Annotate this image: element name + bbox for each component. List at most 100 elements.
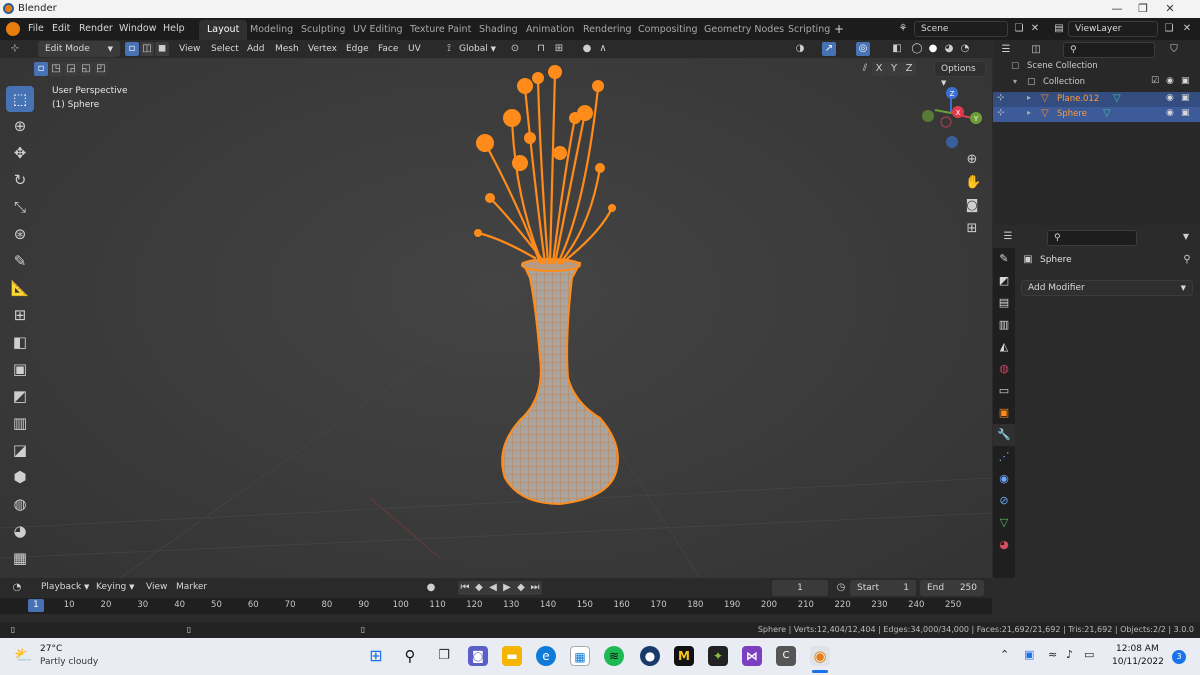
eye-icon[interactable]: ◉ [1166, 108, 1174, 118]
search-icon[interactable]: ⚲ [400, 646, 420, 666]
tab-uv-editing[interactable]: UV Editing [345, 20, 411, 40]
chat-icon[interactable]: ◙ [468, 646, 488, 666]
timeline-body[interactable] [0, 614, 992, 622]
menu-timeline-view[interactable]: View [141, 579, 172, 595]
visibility-icon[interactable]: ◑ [793, 42, 807, 56]
jump-start-icon[interactable]: ⏮ [458, 581, 472, 595]
tray-app-icon[interactable]: ▣ [1024, 648, 1034, 661]
gizmo-z-label[interactable]: Z [950, 90, 955, 98]
start-windows-icon[interactable]: ⊞ [366, 646, 386, 666]
camera-icon[interactable]: ▣ [1181, 76, 1190, 86]
spin-tool-icon[interactable]: ◍ [6, 491, 34, 517]
spotify-icon[interactable]: ≋ [604, 646, 624, 666]
prev-keyframe-icon[interactable]: ◆ [472, 581, 486, 595]
snap-icon[interactable]: ⊓ [534, 42, 548, 56]
mirror-y-toggle[interactable]: Y [887, 62, 901, 76]
outliner-editor-icon[interactable]: ☰ [999, 43, 1013, 57]
current-frame-field[interactable]: 1 [772, 580, 828, 596]
next-keyframe-icon[interactable]: ◆ [514, 581, 528, 595]
scale-tool-icon[interactable]: ⤡ [6, 194, 34, 220]
outliner-item-sphere[interactable]: ⊹ ▸ ▽ Sphere ▽ ◉ ▣ [993, 107, 1200, 122]
delete-scene-icon[interactable]: ✕ [1028, 22, 1042, 36]
outliner-search-input[interactable]: ⚲ [1063, 42, 1155, 58]
pin-icon[interactable]: ⚲ [1180, 253, 1194, 267]
tab-layout[interactable]: Layout [199, 20, 248, 40]
output-tab-icon[interactable]: ▤ [993, 292, 1015, 314]
view-layer-tab-icon[interactable]: ▥ [993, 314, 1015, 336]
play-reverse-icon[interactable]: ◀ [486, 581, 500, 595]
add-workspace-icon[interactable]: + [828, 18, 850, 40]
record-icon[interactable]: ● [424, 581, 438, 595]
edge-select-icon[interactable]: ◫ [140, 42, 154, 56]
proportional-edit-icon[interactable]: ● [580, 42, 594, 56]
transform-tool-icon[interactable]: ⊛ [6, 221, 34, 247]
tab-geometry-nodes[interactable]: Geometry Nodes [696, 20, 792, 40]
weather-temperature[interactable]: 27°C [40, 644, 62, 654]
file-explorer-icon[interactable]: ▬ [502, 646, 522, 666]
camera-icon[interactable]: ▣ [1181, 93, 1190, 103]
delete-view-layer-icon[interactable]: ✕ [1180, 22, 1194, 36]
chevron-up-icon[interactable]: ⌃ [1000, 648, 1009, 661]
maximize-icon[interactable]: ❐ [1136, 2, 1150, 16]
annotate-tool-icon[interactable]: ✎ [6, 248, 34, 274]
extrude-tool-icon[interactable]: ◧ [6, 329, 34, 355]
expand-icon[interactable]: ▸ [1027, 93, 1031, 102]
weather-description[interactable]: Partly cloudy [40, 657, 98, 667]
data-tab-icon[interactable]: ▽ [993, 512, 1015, 534]
menu-select[interactable]: Select [206, 41, 244, 57]
snap-target-icon[interactable]: ⊞ [552, 42, 566, 56]
menu-uv[interactable]: UV [403, 41, 426, 57]
properties-search-input[interactable]: ⚲ [1047, 230, 1137, 246]
cursor-tool-icon[interactable]: ⊕ [6, 113, 34, 139]
display-mode-icon[interactable]: ◫ [1029, 43, 1043, 57]
rotate-tool-icon[interactable]: ↻ [6, 167, 34, 193]
3d-viewport[interactable]: Z X Y ▫ ◳ ◲ ◱ ◰ User Perspective (1) Sph… [0, 58, 992, 578]
eye-icon[interactable]: ◉ [1166, 93, 1174, 103]
select-new-icon[interactable]: ▫ [34, 62, 48, 76]
clock-date[interactable]: 10/11/2022 [1112, 657, 1164, 667]
battery-icon[interactable]: ▭ [1084, 648, 1094, 661]
knife-tool-icon[interactable]: ◪ [6, 437, 34, 463]
tab-animation[interactable]: Animation [518, 20, 582, 40]
scene-tab-icon[interactable]: ◭ [993, 336, 1015, 358]
menu-add[interactable]: Add [242, 41, 269, 57]
select-extend-icon[interactable]: ◳ [49, 62, 63, 76]
notification-badge[interactable]: 3 [1172, 650, 1186, 664]
close-icon[interactable]: ✕ [1163, 2, 1177, 16]
eye-icon[interactable]: ◉ [1166, 76, 1174, 86]
menu-mesh[interactable]: Mesh [270, 41, 304, 57]
measure-tool-icon[interactable]: 📐 [6, 275, 34, 301]
collection-tab-icon[interactable]: ▭ [993, 380, 1015, 402]
xray-toggle-icon[interactable]: ◧ [890, 42, 904, 56]
app-icon-green[interactable]: ✦ [708, 646, 728, 666]
add-modifier-button[interactable]: Add Modifier ▼ [1021, 280, 1193, 296]
new-scene-icon[interactable]: ❏ [1012, 22, 1026, 36]
orientation-dropdown[interactable]: Global ▼ [454, 41, 501, 57]
tab-texture-paint[interactable]: Texture Paint [402, 20, 479, 40]
mode-selector[interactable]: Edit Mode ▼ [38, 41, 120, 57]
camera-view-icon[interactable]: ◙ [965, 199, 979, 213]
physics-tab-icon[interactable]: ◉ [993, 468, 1015, 490]
world-tab-icon[interactable]: ◍ [993, 358, 1015, 380]
menu-marker[interactable]: Marker [171, 579, 212, 595]
select-subtract-icon[interactable]: ◲ [64, 62, 78, 76]
edit-mode-icon[interactable]: ⊹ [997, 93, 1005, 103]
blender-menu-icon[interactable] [6, 22, 20, 36]
mirror-z-toggle[interactable]: Z [902, 62, 916, 76]
object-tab-icon[interactable]: ▣ [993, 402, 1015, 424]
tool-tab-icon[interactable]: ✎ [993, 248, 1015, 270]
menu-render[interactable]: Render [73, 18, 119, 40]
m-app-icon[interactable]: M [674, 646, 694, 666]
rendered-shading-icon[interactable]: ◔ [958, 42, 972, 56]
timeline-editor-icon[interactable]: ◔ [10, 581, 24, 595]
minimize-icon[interactable]: — [1110, 2, 1124, 16]
expand-icon[interactable]: ▾ [1013, 77, 1017, 86]
select-invert-icon[interactable]: ◱ [79, 62, 93, 76]
filter-icon[interactable]: ⛉ [1167, 43, 1181, 57]
zoom-icon[interactable]: ⊕ [965, 153, 979, 167]
loop-cut-tool-icon[interactable]: ▥ [6, 410, 34, 436]
menu-view[interactable]: View [174, 41, 205, 57]
app-icon-blue[interactable]: ● [640, 646, 660, 666]
bevel-tool-icon[interactable]: ◩ [6, 383, 34, 409]
editor-type-icon[interactable]: ⊹ [8, 42, 22, 56]
